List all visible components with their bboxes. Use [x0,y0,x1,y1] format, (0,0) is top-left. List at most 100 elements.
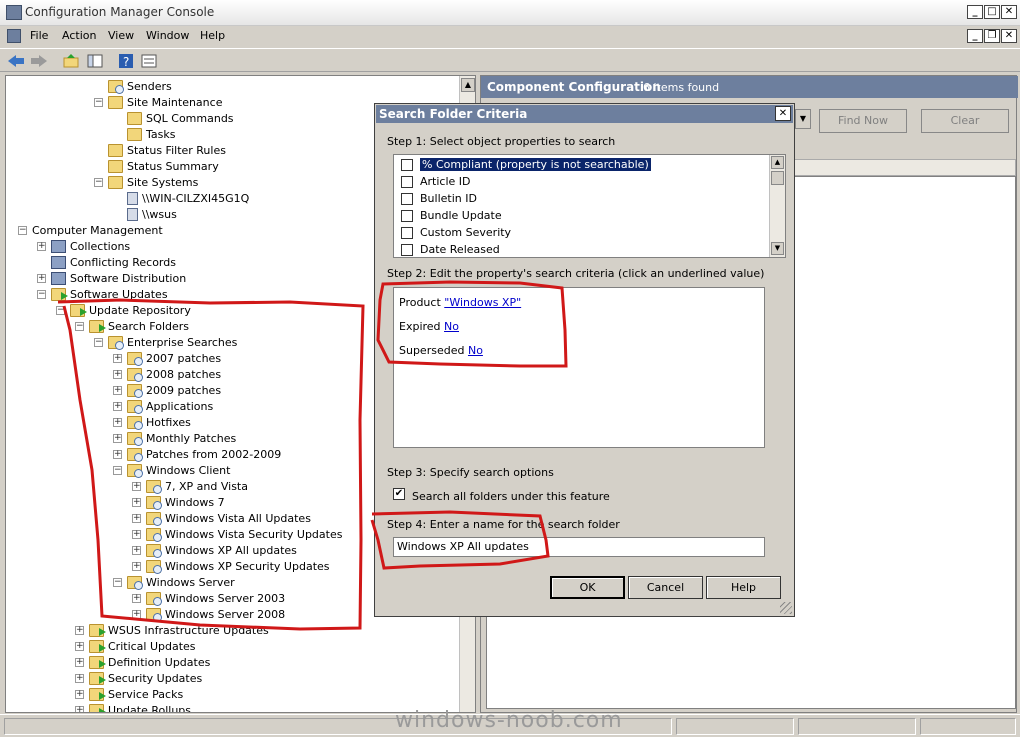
expand-icon[interactable]: + [75,705,84,712]
tree-node[interactable]: + Definition Updates [75,654,210,670]
expand-icon[interactable]: + [113,369,122,379]
expand-icon[interactable]: + [113,385,122,395]
property-item[interactable]: Date Released [401,242,500,257]
expand-icon[interactable]: + [113,417,122,427]
maximize-button[interactable]: □ [984,5,1000,19]
property-checkbox[interactable] [401,175,413,188]
properties-icon[interactable] [140,52,158,69]
help-button[interactable]: Help [706,576,781,599]
tree-node[interactable]: + Software Distribution [37,270,186,286]
scroll-down-arrow-icon[interactable]: ▼ [771,242,784,255]
tree-node[interactable]: + Patches from 2002-2009 [113,446,281,462]
expand-icon[interactable]: + [113,433,122,443]
expand-icon[interactable]: + [132,497,141,507]
tree-node[interactable]: +2008 patches [113,366,221,382]
tree-node[interactable]: SQL Commands [113,110,234,126]
tree-node[interactable]: +7, XP and Vista [132,478,248,494]
property-checkbox[interactable] [401,243,413,256]
property-checkbox[interactable] [401,209,413,222]
tree-node[interactable]: + Update Rollups [75,702,191,712]
show-hide-tree-icon[interactable] [86,52,104,69]
minimize-button[interactable]: _ [967,5,983,19]
dialog-close-button[interactable]: ✕ [775,106,791,121]
menu-action[interactable]: Action [62,29,96,42]
forward-arrow-icon[interactable] [30,52,48,69]
tree-node[interactable]: − Enterprise Searches [94,334,237,350]
expand-icon[interactable]: + [113,353,122,363]
tree-node[interactable]: − Site Systems [94,174,198,190]
expand-icon[interactable]: + [37,273,46,283]
tree-node[interactable]: +2009 patches [113,382,221,398]
tree-node[interactable]: + Applications [113,398,213,414]
expand-icon[interactable]: + [37,241,46,251]
expired-value-link[interactable]: No [444,320,459,333]
expand-icon[interactable]: + [75,689,84,699]
property-checkbox[interactable] [401,158,413,171]
tree-node[interactable]: + Windows Vista All Updates [132,510,311,526]
menu-help[interactable]: Help [200,29,225,42]
expand-icon[interactable]: + [132,529,141,539]
tree-node[interactable]: \\wsus [113,206,177,222]
tree-node[interactable]: − Search Folders [75,318,189,334]
tree-node[interactable]: − Windows Client [113,462,230,478]
tree-node[interactable]: − Update Repository [56,302,191,318]
tree-node[interactable]: − Software Updates [37,286,168,302]
expand-icon[interactable]: + [113,401,122,411]
scroll-up-arrow-icon[interactable]: ▲ [771,156,784,169]
collapse-icon[interactable]: − [94,337,103,347]
expand-icon[interactable]: + [113,449,122,459]
folder-name-input[interactable]: Windows XP All updates [393,537,765,557]
expand-icon[interactable]: + [132,481,141,491]
tree-node[interactable]: Status Filter Rules [94,142,226,158]
ok-button[interactable]: OK [550,576,625,599]
expand-icon[interactable]: + [132,513,141,523]
expand-icon[interactable]: + [75,625,84,635]
menu-file[interactable]: File [30,29,48,42]
property-checkbox[interactable] [401,192,413,205]
tree-node[interactable]: + Windows Server 2003 [132,590,285,606]
tree-node[interactable]: Senders [94,78,172,94]
tree-node[interactable]: − Site Maintenance [94,94,222,110]
property-item[interactable]: Custom Severity [401,225,511,240]
tree-node[interactable]: + Windows XP Security Updates [132,558,330,574]
tree-node[interactable]: − Windows Server [113,574,235,590]
close-button[interactable]: ✕ [1001,5,1017,19]
tree-node[interactable]: + Hotfixes [113,414,191,430]
tree-node[interactable]: + Security Updates [75,670,202,686]
menu-window[interactable]: Window [146,29,189,42]
clear-button[interactable]: Clear [921,109,1009,133]
back-arrow-icon[interactable] [7,52,25,69]
tree-node[interactable]: +2007 patches [113,350,221,366]
dropdown-arrow-icon[interactable]: ▼ [795,109,811,129]
tree-node[interactable]: + Critical Updates [75,638,196,654]
collapse-icon[interactable]: − [75,321,84,331]
expand-icon[interactable]: + [132,593,141,603]
tree-node[interactable]: Conflicting Records [37,254,176,270]
property-item[interactable]: Bulletin ID [401,191,477,206]
property-checkbox[interactable] [401,226,413,239]
expand-icon[interactable]: + [75,673,84,683]
help-icon[interactable]: ? [117,52,135,69]
search-all-checkbox[interactable]: ✔ [393,488,405,500]
find-now-button[interactable]: Find Now [819,109,907,133]
property-list-scrollbar[interactable]: ▲ ▼ [769,155,785,257]
product-value-link[interactable]: "Windows XP" [444,296,521,309]
tree-node[interactable]: + Windows Server 2008 [132,606,285,622]
expand-icon[interactable]: + [132,545,141,555]
expand-icon[interactable]: + [132,609,141,619]
tree-node[interactable]: Status Summary [94,158,219,174]
scroll-up-arrow-icon[interactable]: ▲ [461,78,475,92]
tree-node[interactable]: Tasks [113,126,175,142]
tree-node[interactable]: + Windows 7 [132,494,225,510]
expand-icon[interactable]: + [75,657,84,667]
collapse-icon[interactable]: − [113,577,122,587]
cancel-button[interactable]: Cancel [628,576,703,599]
tree-node[interactable]: − Computer Management [18,222,163,238]
tree-node[interactable]: + Windows XP All updates [132,542,297,558]
property-item[interactable]: Bundle Update [401,208,502,223]
collapse-icon[interactable]: − [94,97,103,107]
collapse-icon[interactable]: − [94,177,103,187]
tree-node[interactable]: \\WIN-CILZXI45G1Q [113,190,249,206]
tree-node[interactable]: + Collections [37,238,130,254]
menu-view[interactable]: View [108,29,134,42]
